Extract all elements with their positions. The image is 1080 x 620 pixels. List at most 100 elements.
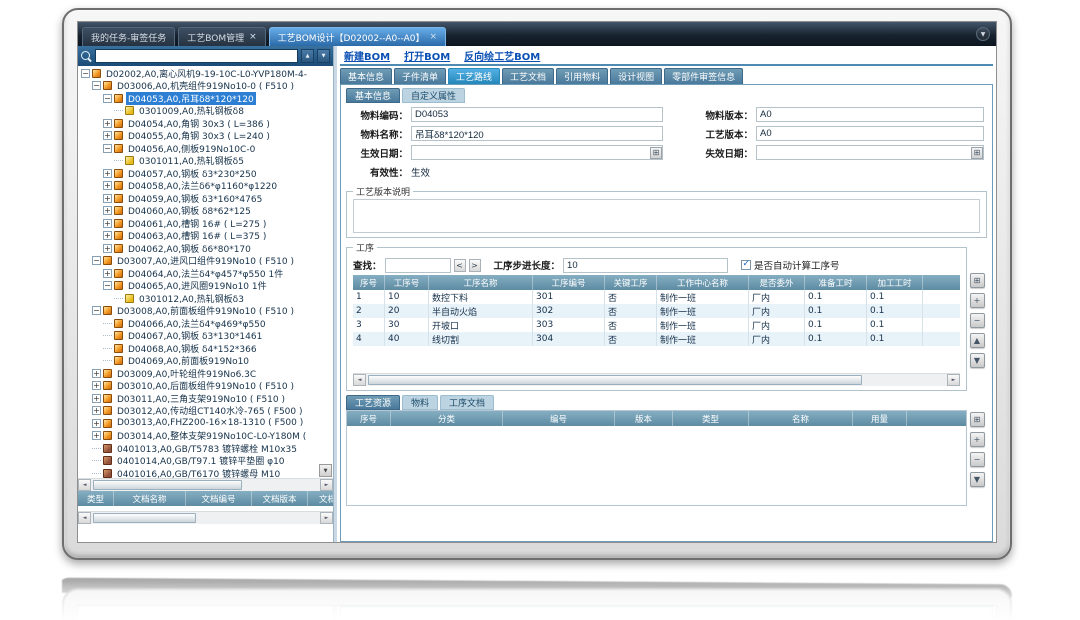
tree-item[interactable]: +D04055,A0,角钢 30x3 ( L=240 ) — [78, 130, 333, 143]
grid-button[interactable]: ⊞ — [970, 412, 985, 427]
scrollbar-thumb[interactable] — [93, 513, 196, 523]
tree-item[interactable]: +D04058,A0,法兰δ6*φ1160*φ1220 — [78, 180, 333, 193]
sub-tab[interactable]: 基本信息 — [346, 88, 400, 103]
scrollbar-left-button[interactable]: ◄ — [78, 512, 91, 524]
step-length-input[interactable] — [563, 258, 728, 273]
scrollbar-left-button[interactable]: ◄ — [353, 374, 366, 386]
open-bom-link[interactable]: 打开BOM — [404, 48, 450, 63]
down-button[interactable]: ▼ — [970, 353, 985, 368]
find-prev-button[interactable]: < — [454, 259, 466, 272]
up-button[interactable]: ▲ — [970, 333, 985, 348]
main-tab[interactable]: 设计视图 — [610, 68, 662, 84]
tree-expand-toggle[interactable]: + — [92, 419, 101, 428]
tree-item[interactable]: 0301011,A0,热轧钢板δ5 — [78, 155, 333, 168]
scrollbar-thumb[interactable] — [93, 480, 242, 490]
tree-expand-toggle[interactable]: − — [103, 281, 112, 290]
tree-expand-toggle[interactable]: + — [92, 406, 101, 415]
auto-calc-checkbox[interactable]: ✓ — [741, 260, 751, 270]
find-input[interactable] — [385, 258, 451, 273]
tree-hscrollbar[interactable]: ◄ ► — [78, 478, 333, 491]
find-next-button[interactable]: > — [469, 259, 481, 272]
tree-item[interactable]: D04067,A0,钢板 δ3*130*1461 — [78, 330, 333, 343]
doc-hscrollbar[interactable]: ◄ ► — [78, 511, 333, 524]
tree-expand-toggle[interactable]: + — [103, 181, 112, 190]
tree-item[interactable]: −D04056,A0,侧板919No10C-0 — [78, 142, 333, 155]
tree-expand-toggle[interactable]: + — [92, 369, 101, 378]
material-version-input[interactable] — [756, 107, 984, 122]
tree-collapse-down-button[interactable]: ▼ — [317, 49, 330, 63]
tree-expand-toggle[interactable]: + — [103, 169, 112, 178]
main-tab[interactable]: 工艺文档 — [502, 68, 554, 84]
main-tab[interactable]: 零部件审签信息 — [664, 68, 743, 84]
tree-item[interactable]: −D04053,A0,吊耳δ8*120*120 — [78, 92, 333, 105]
tree-item[interactable]: −D03007,A0,进风口组件919No10 ( F510 ) — [78, 255, 333, 268]
remove-button[interactable]: − — [970, 452, 985, 467]
grid-button[interactable]: ⊞ — [970, 273, 985, 288]
tree-item[interactable]: −D02002,A0,离心风机9-19-10C-L0-YVP180M-4- — [78, 67, 333, 80]
tree-expand-toggle[interactable]: − — [92, 81, 101, 90]
add-button[interactable]: + — [970, 432, 985, 447]
tree-item[interactable]: +D04057,A0,钢板 δ3*230*250 — [78, 167, 333, 180]
tree-item[interactable]: +D04061,A0,槽钢 16# ( L=275 ) — [78, 217, 333, 230]
process-hscrollbar[interactable]: ◄ ► — [353, 373, 960, 386]
new-bom-link[interactable]: 新建BOM — [344, 48, 390, 63]
tree-item[interactable]: −D04065,A0,进风圈919No10 1件 — [78, 280, 333, 293]
tree-item[interactable]: 0301012,A0,热轧钢板δ3 — [78, 292, 333, 305]
tree-expand-toggle[interactable]: − — [92, 256, 101, 265]
expire-date-input[interactable] — [756, 145, 984, 160]
resource-tab[interactable]: 工序文档 — [440, 395, 494, 410]
tree-expand-toggle[interactable]: + — [92, 394, 101, 403]
tree-item[interactable]: +D04063,A0,槽钢 16# ( L=375 ) — [78, 230, 333, 243]
tree-expand-toggle[interactable]: − — [103, 144, 112, 153]
table-row[interactable]: 440线切割304否制作一班厂内0.10.1 — [353, 332, 960, 346]
tree-item[interactable]: +D04054,A0,角钢 30x3 ( L=386 ) — [78, 117, 333, 130]
tree-expand-toggle[interactable]: − — [81, 69, 90, 78]
calendar-icon[interactable]: ⊞ — [650, 147, 662, 159]
scrollbar-track[interactable] — [91, 512, 320, 524]
scrollbar-thumb[interactable] — [368, 375, 862, 385]
tree-item[interactable]: 0401013,A0,GB/T5783 镀锌螺栓 M10x35 — [78, 442, 333, 455]
search-input[interactable] — [95, 49, 298, 63]
tree-item[interactable]: +D03013,A0,FHZ200-16×18-1310 ( F500 ) — [78, 417, 333, 430]
tree-item[interactable]: 0401014,A0,GB/T97.1 镀锌平垫圈 φ10 — [78, 455, 333, 468]
tree-expand-toggle[interactable]: + — [103, 119, 112, 128]
main-tab[interactable]: 引用物料 — [556, 68, 608, 84]
tree-item[interactable]: +D03012,A0,传动组CT140水冷-765 ( F500 ) — [78, 405, 333, 418]
tree-item[interactable]: +D03009,A0,叶轮组件919No6.3C — [78, 367, 333, 380]
resource-tab[interactable]: 物料 — [402, 395, 438, 410]
tree-item[interactable]: +D03010,A0,后面板组件919No10 ( F510 ) — [78, 380, 333, 393]
main-tab[interactable]: 工艺路线 — [448, 68, 500, 84]
tree-item[interactable]: +D03014,A0,整体支架919No10C-L0-Y180M ( — [78, 430, 333, 443]
window-tab[interactable]: 工艺BOM设计【D02002--A0--A0】× — [269, 27, 446, 46]
window-tab[interactable]: 我的任务-审签任务 — [82, 27, 175, 46]
scrollbar-track[interactable] — [91, 479, 320, 491]
table-row[interactable]: 220半自动火焰302否制作一班厂内0.10.1 — [353, 304, 960, 318]
process-version-input[interactable] — [756, 126, 984, 141]
tree-item[interactable]: +D04060,A0,钢板 δ8*62*125 — [78, 205, 333, 218]
scrollbar-right-button[interactable]: ► — [947, 374, 960, 386]
tree-item[interactable]: +D04059,A0,钢板 δ3*160*4765 — [78, 192, 333, 205]
tree-item[interactable]: D04069,A0,前面板919No10 — [78, 355, 333, 368]
panel-collapse-button[interactable]: ▼ — [976, 27, 990, 41]
scrollbar-right-button[interactable]: ► — [320, 479, 333, 491]
tree-expand-toggle[interactable]: − — [103, 94, 112, 103]
tree-item[interactable]: 0401016,A0,GB/T6170 镀锌螺母 M10 — [78, 467, 333, 478]
tab-close-icon[interactable]: × — [249, 32, 257, 42]
tree-item[interactable]: −D03006,A0,机壳组件919No10-0 ( F510 ) — [78, 80, 333, 93]
tree-expand-toggle[interactable]: + — [103, 219, 112, 228]
main-tab[interactable]: 基本信息 — [340, 68, 392, 84]
tab-close-icon[interactable]: × — [429, 32, 437, 42]
tree-item[interactable]: +D03011,A0,三角支架919No10 ( F510 ) — [78, 392, 333, 405]
tree-expand-toggle[interactable]: + — [103, 131, 112, 140]
scrollbar-track[interactable] — [366, 374, 947, 386]
tree-expand-toggle[interactable]: + — [103, 194, 112, 203]
tree-expand-toggle[interactable]: + — [103, 206, 112, 215]
tree-item[interactable]: +D04062,A0,钢板 δ6*80*170 — [78, 242, 333, 255]
tree-expand-toggle[interactable]: − — [92, 306, 101, 315]
table-row[interactable]: 330开坡口303否制作一班厂内0.10.1 — [353, 318, 960, 332]
tree-expand-toggle[interactable]: + — [92, 431, 101, 440]
tree-expand-toggle[interactable]: + — [92, 381, 101, 390]
tree-expand-toggle[interactable]: + — [103, 231, 112, 240]
calendar-icon[interactable]: ⊞ — [971, 147, 983, 159]
tree-collapse-up-button[interactable]: ▲ — [301, 49, 314, 63]
